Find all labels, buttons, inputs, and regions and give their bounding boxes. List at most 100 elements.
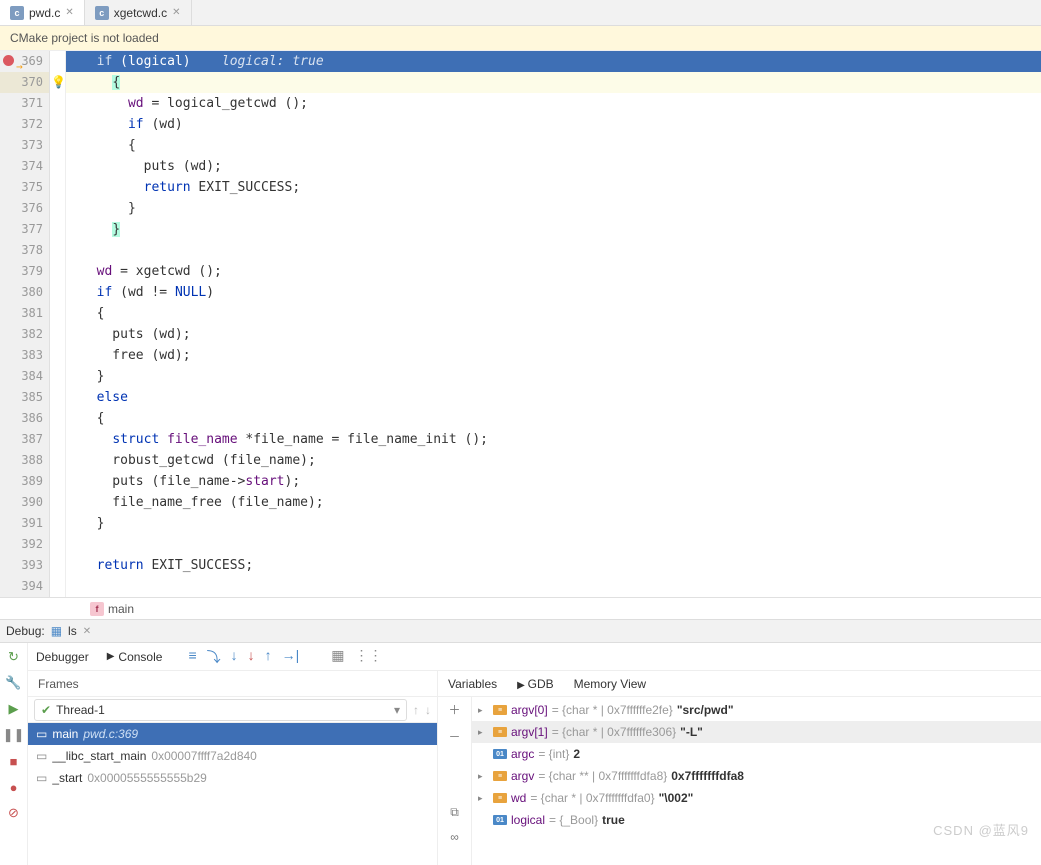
frame-icon: ▭: [36, 727, 47, 741]
line-number: 388: [0, 450, 49, 471]
line-gutter: →369 370 371 372 373 374 375 376 377 378…: [0, 51, 50, 597]
next-frame-icon[interactable]: ↓: [425, 703, 431, 717]
file-tab-label: xgetcwd.c: [114, 6, 167, 20]
force-step-into-icon[interactable]: ↓: [248, 647, 255, 667]
line-number: 389: [0, 471, 49, 492]
expand-icon: ▸: [478, 793, 489, 804]
line-number: →369: [0, 51, 49, 72]
lightbulb-icon[interactable]: 💡: [51, 75, 66, 89]
var-row-wd[interactable]: ▸ ≡ wd = {char * | 0x7fffffffdfa0} "\002…: [472, 787, 1041, 809]
tab-console[interactable]: ▶Console: [107, 650, 163, 664]
fold-strip: 💡: [50, 51, 66, 597]
link-icon[interactable]: ∞: [450, 830, 459, 844]
cmake-warning-bar: CMake project is not loaded: [0, 26, 1041, 51]
more-icon[interactable]: ⋮⋮: [355, 647, 383, 667]
variables-list: ▸ ≡ argv[0] = {char * | 0x7ffffffe2fe} "…: [472, 697, 1041, 865]
file-tab-label: pwd.c: [29, 6, 60, 20]
line-number: 382: [0, 324, 49, 345]
tab-gdb[interactable]: ▶ GDB: [517, 677, 553, 691]
expand-icon: ▸: [478, 727, 489, 738]
resume-icon[interactable]: ▶: [6, 701, 22, 717]
close-icon[interactable]: ✕: [65, 7, 73, 18]
line-number: 394: [0, 576, 49, 597]
c-file-icon: c: [10, 6, 24, 20]
step-out-icon[interactable]: ↑: [265, 647, 272, 667]
tab-variables[interactable]: Variables: [448, 677, 497, 691]
var-row-argv0[interactable]: ▸ ≡ argv[0] = {char * | 0x7ffffffe2fe} "…: [472, 699, 1041, 721]
line-number: 371: [0, 93, 49, 114]
debugger-tabs: Debugger ▶Console ≡ ⤵ ↓ ↓ ↑ →| ▦ ⋮⋮: [28, 643, 1041, 671]
show-exec-point-icon[interactable]: ≡: [188, 647, 196, 667]
debug-label: Debug:: [6, 624, 45, 638]
var-row-argv1[interactable]: ▸ ≡ argv[1] = {char * | 0x7ffffffe306} "…: [472, 721, 1041, 743]
breadcrumb-main[interactable]: main: [108, 602, 134, 616]
line-number: 392: [0, 534, 49, 555]
breakpoint-icon: [3, 55, 14, 66]
var-row-argc[interactable]: 01 argc = {int} 2: [472, 743, 1041, 765]
settings-icon[interactable]: 🔧: [6, 675, 22, 691]
frame-icon: ▭: [36, 749, 47, 763]
frame-libc[interactable]: ▭ __libc_start_main 0x00007ffff7a2d840: [28, 745, 437, 767]
chevron-down-icon: ▾: [394, 703, 400, 717]
expand-icon: ▸: [478, 771, 489, 782]
thread-name: Thread-1: [56, 703, 105, 717]
object-icon: ≡: [493, 705, 507, 715]
thread-selector[interactable]: ✔ Thread-1 ▾: [34, 699, 407, 721]
line-number: 383: [0, 345, 49, 366]
frame-list: ▭ main pwd.c:369 ▭ __libc_start_main 0x0…: [28, 723, 437, 865]
vars-tabs: Variables ▶ GDB Memory View: [438, 671, 1041, 697]
frame-main[interactable]: ▭ main pwd.c:369: [28, 723, 437, 745]
line-number: 386: [0, 408, 49, 429]
close-icon[interactable]: ✕: [172, 7, 180, 18]
debug-header: Debug: ▦ ls ✕: [0, 619, 1041, 643]
add-watch-icon[interactable]: ＋: [448, 701, 460, 718]
file-tab-xgetcwd[interactable]: c xgetcwd.c ✕: [85, 0, 192, 25]
step-into-icon[interactable]: ↓: [231, 647, 238, 667]
check-icon: ✔: [41, 703, 51, 717]
tab-debugger[interactable]: Debugger: [36, 650, 89, 664]
line-number: 391: [0, 513, 49, 534]
line-number: 384: [0, 366, 49, 387]
line-number: 377: [0, 219, 49, 240]
line-number: 390: [0, 492, 49, 513]
line-number: 370: [0, 72, 49, 93]
pause-icon[interactable]: ❚❚: [6, 727, 22, 743]
close-icon[interactable]: ✕: [83, 626, 91, 637]
code-area[interactable]: if (logical) logical: true { wd = logica…: [66, 51, 1041, 597]
mute-breakpoints-icon[interactable]: ⊘: [6, 805, 22, 821]
debug-sidebar: ↻ 🔧 ▶ ❚❚ ■ ● ⊘: [0, 643, 28, 865]
debug-config-name[interactable]: ls: [68, 624, 77, 638]
line-number: 378: [0, 240, 49, 261]
stop-icon[interactable]: ■: [6, 753, 22, 769]
prev-frame-icon[interactable]: ↑: [413, 703, 419, 717]
file-tab-pwd[interactable]: c pwd.c ✕: [0, 0, 85, 25]
frame-start[interactable]: ▭ _start 0x0000555555555b29: [28, 767, 437, 789]
object-icon: ≡: [493, 793, 507, 803]
breadcrumb-bar: f main: [0, 597, 1041, 619]
evaluate-icon[interactable]: ▦: [331, 647, 344, 667]
object-icon: ≡: [493, 727, 507, 737]
step-over-icon[interactable]: ⤵: [207, 647, 221, 667]
line-number: 387: [0, 429, 49, 450]
line-number: 372: [0, 114, 49, 135]
primitive-icon: 01: [493, 749, 507, 759]
var-row-argv[interactable]: ▸ ≡ argv = {char ** | 0x7fffffffdfa8} 0x…: [472, 765, 1041, 787]
run-to-cursor-icon[interactable]: →|: [282, 647, 300, 667]
rerun-icon[interactable]: ↻: [6, 649, 22, 665]
line-number: 379: [0, 261, 49, 282]
line-number: 376: [0, 198, 49, 219]
remove-watch-icon[interactable]: －: [448, 728, 460, 745]
frames-title: Frames: [28, 671, 437, 697]
tab-memory[interactable]: Memory View: [574, 677, 646, 691]
c-file-icon: c: [95, 6, 109, 20]
editor[interactable]: →369 370 371 372 373 374 375 376 377 378…: [0, 51, 1041, 597]
line-number: 373: [0, 135, 49, 156]
frames-panel: Frames ✔ Thread-1 ▾ ↑ ↓ ▭ main pwd.c:369: [28, 671, 438, 865]
debug-panel: ↻ 🔧 ▶ ❚❚ ■ ● ⊘ Debugger ▶Console ≡ ⤵ ↓ ↓…: [0, 643, 1041, 865]
copy-icon[interactable]: ⧉: [450, 805, 459, 820]
frame-icon: ▭: [36, 771, 47, 785]
breakpoints-icon[interactable]: ●: [6, 779, 22, 795]
line-number: 385: [0, 387, 49, 408]
function-icon: f: [90, 602, 104, 616]
line-number: 375: [0, 177, 49, 198]
